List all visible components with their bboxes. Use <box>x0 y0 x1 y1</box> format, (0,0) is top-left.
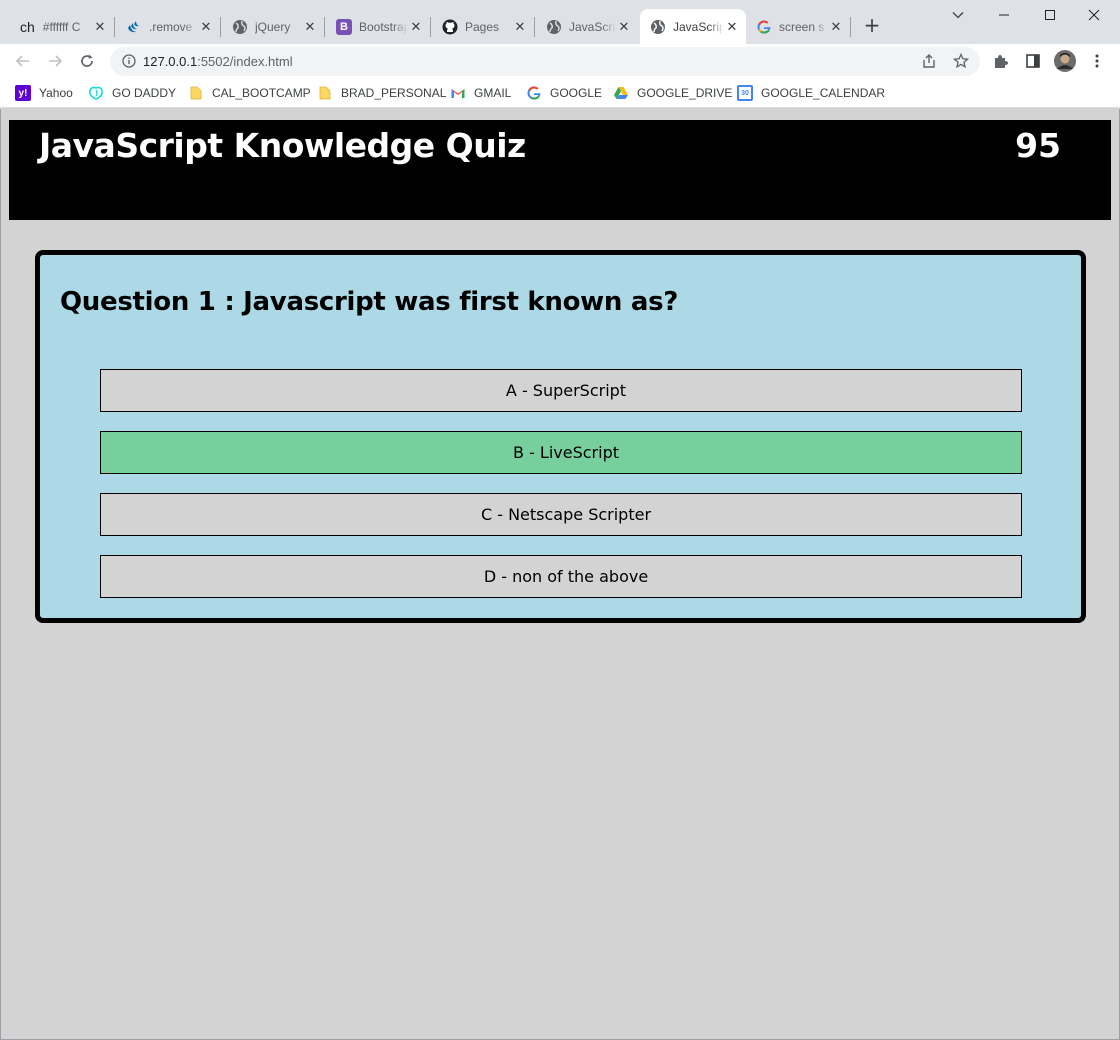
browser-tab[interactable]: ch #ffffff C ✕ <box>10 9 114 44</box>
info-icon[interactable] <box>122 54 136 68</box>
browser-tab[interactable]: screen s ✕ <box>746 9 850 44</box>
bookmark-label: GMAIL <box>474 86 512 100</box>
bookmark-label: GO DADDY <box>112 86 177 100</box>
close-icon[interactable]: ✕ <box>512 19 528 35</box>
gmail-icon <box>450 85 466 101</box>
page-viewport: JavaScript Knowledge Quiz 95 Question 1 … <box>0 109 1120 1040</box>
maximize-button[interactable] <box>1038 4 1062 26</box>
share-icon[interactable] <box>920 52 938 70</box>
ch-text-icon: ch <box>20 18 35 35</box>
extensions-icon[interactable] <box>992 52 1010 70</box>
question-card: Question 1 : Javascript was first known … <box>35 250 1086 623</box>
drive-icon <box>613 85 629 101</box>
tab-separator <box>850 17 851 37</box>
new-tab-button[interactable]: + <box>862 15 882 35</box>
quiz-timer: 95 <box>1015 126 1061 165</box>
close-icon <box>1088 9 1100 21</box>
browser-tab[interactable]: JavaScript ✕ <box>536 9 638 44</box>
tab-title: jQuery <box>255 19 291 34</box>
tab-strip: ch #ffffff C ✕ .remove ✕ jQuery ✕ B Boot… <box>0 0 1120 44</box>
github-icon <box>442 19 458 35</box>
browser-tab[interactable]: Pages ✕ <box>432 9 534 44</box>
window-close-button[interactable] <box>1082 4 1106 26</box>
answer-option-d[interactable]: D - non of the above <box>100 555 1022 598</box>
back-button[interactable] <box>14 52 32 70</box>
tab-separator <box>534 17 535 37</box>
answer-option-c[interactable]: C - Netscape Scripter <box>100 493 1022 536</box>
browser-tab[interactable]: jQuery ✕ <box>222 9 324 44</box>
folder-icon <box>317 85 333 101</box>
tab-title: #ffffff C <box>42 19 81 34</box>
bookmark-label: GOOGLE_DRIVE <box>637 86 733 100</box>
quiz-header: JavaScript Knowledge Quiz 95 <box>9 120 1111 220</box>
bookmark-label: BRAD_PERSONAL <box>341 86 447 100</box>
kebab-menu-icon[interactable] <box>1088 52 1106 70</box>
tab-separator <box>430 17 431 37</box>
globe-icon <box>650 19 666 35</box>
close-icon[interactable]: ✕ <box>408 19 424 35</box>
close-icon[interactable]: ✕ <box>828 19 844 35</box>
tab-title: .remove <box>149 19 193 34</box>
arrow-right-icon <box>49 55 63 67</box>
bookmark-google-calendar[interactable]: 30 GOOGLE_CALENDAR <box>737 85 885 101</box>
bootstrap-icon: B <box>336 18 352 35</box>
jquery-icon <box>126 19 142 35</box>
bookmark-label: CAL_BOOTCAMP <box>212 86 311 100</box>
tab-title: JavaScript <box>569 19 616 34</box>
reload-button[interactable] <box>78 52 96 70</box>
forward-button[interactable] <box>46 52 64 70</box>
browser-tab[interactable]: .remove ✕ <box>116 9 220 44</box>
minimize-button[interactable] <box>992 4 1016 26</box>
google-icon <box>526 85 542 101</box>
godaddy-icon <box>88 85 104 101</box>
tab-title: Bootstrap <box>359 19 408 34</box>
google-icon <box>756 19 772 35</box>
close-icon[interactable]: ✕ <box>92 19 108 35</box>
bookmark-gmail[interactable]: GMAIL <box>450 85 511 101</box>
bookmark-label: GOOGLE <box>550 86 603 100</box>
globe-icon <box>232 19 248 35</box>
bookmark-google-drive[interactable]: GOOGLE_DRIVE <box>613 85 732 101</box>
bookmark-label: GOOGLE_CALENDAR <box>761 86 886 100</box>
globe-icon <box>546 19 562 35</box>
tab-separator <box>220 17 221 37</box>
quiz-title: JavaScript Knowledge Quiz <box>39 126 526 165</box>
address-bar[interactable]: 127.0.0.1:5502/index.html <box>110 47 980 76</box>
side-panel-icon[interactable] <box>1024 52 1042 70</box>
arrow-left-icon <box>15 55 29 67</box>
chevron-down-icon <box>952 12 964 19</box>
answer-option-b[interactable]: B - LiveScript <box>100 431 1022 474</box>
tab-title: Pages <box>465 19 500 34</box>
maximize-icon <box>1045 10 1055 20</box>
minimize-icon <box>999 14 1009 16</box>
bookmark-label: Yahoo <box>39 86 73 100</box>
browser-tab-active[interactable]: JavaScript ✕ <box>640 9 746 44</box>
tab-title: JavaScript <box>673 19 724 34</box>
close-icon[interactable]: ✕ <box>616 19 632 35</box>
bookmark-brad-personal[interactable]: BRAD_PERSONAL <box>317 85 446 101</box>
bookmark-cal-bootcamp[interactable]: CAL_BOOTCAMP <box>188 85 311 101</box>
bookmark-google[interactable]: GOOGLE <box>526 85 602 101</box>
tab-title: screen s <box>779 19 825 34</box>
close-icon[interactable]: ✕ <box>724 19 740 35</box>
answer-option-a[interactable]: A - SuperScript <box>100 369 1022 412</box>
tab-search-button[interactable] <box>946 4 970 26</box>
folder-icon <box>188 85 204 101</box>
tab-separator <box>324 17 325 37</box>
yahoo-icon: y! <box>15 85 31 101</box>
browser-toolbar: 127.0.0.1:5502/index.html <box>0 44 1120 78</box>
browser-tab[interactable]: B Bootstrap ✕ <box>326 9 430 44</box>
close-icon[interactable]: ✕ <box>302 19 318 35</box>
calendar-icon: 30 <box>737 85 753 101</box>
reload-icon <box>81 54 93 67</box>
tab-separator <box>114 17 115 37</box>
star-icon[interactable] <box>952 52 970 70</box>
bookmark-yahoo[interactable]: y! Yahoo <box>15 85 73 101</box>
url-text[interactable]: 127.0.0.1:5502/index.html <box>143 54 293 69</box>
bookmark-godaddy[interactable]: GO DADDY <box>88 85 176 101</box>
bookmarks-bar: y! Yahoo GO DADDY CAL_BOOTCAMP BRAD_PERS… <box>0 78 1120 108</box>
close-icon[interactable]: ✕ <box>198 19 214 35</box>
avatar[interactable] <box>1054 50 1076 72</box>
question-text: Question 1 : Javascript was first known … <box>60 287 679 317</box>
